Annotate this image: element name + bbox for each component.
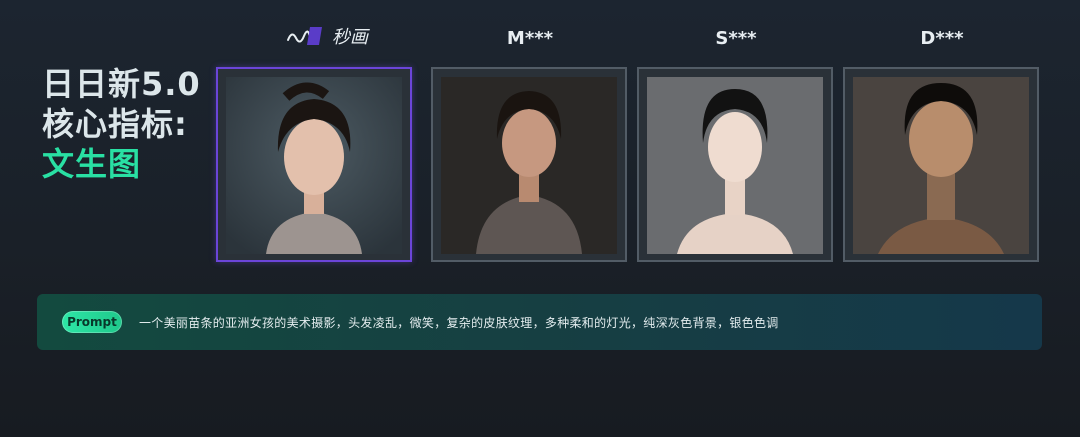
miaohua-logo-icon [287, 27, 322, 45]
portrait-image-s [647, 77, 823, 254]
miaohua-brand-text: 秒画 [332, 27, 368, 48]
prompt-bar: Prompt 一个美丽苗条的亚洲女孩的美术摄影，头发凌乱，微笑，复杂的皮肤纹理，… [37, 294, 1042, 350]
headline-line-3: 文生图 [42, 145, 142, 183]
image-card-m[interactable] [431, 67, 627, 262]
portrait-image-d [853, 77, 1029, 254]
portrait-image-m [441, 77, 617, 254]
prompt-label-badge: Prompt [62, 311, 122, 333]
column-title-m: M*** [506, 28, 554, 49]
headline: 日日新5.0 核心指标: 文生图 [42, 64, 201, 184]
headline-line-2: 核心指标: [42, 105, 188, 143]
image-card-d[interactable] [843, 67, 1039, 262]
headline-line-1: 日日新5.0 [42, 65, 201, 103]
image-card-miaohua[interactable] [216, 67, 412, 262]
column-title-d: D*** [920, 28, 964, 49]
portrait-image-miaohua [226, 77, 402, 254]
column-title-s: S*** [715, 28, 757, 49]
image-card-s[interactable] [637, 67, 833, 262]
prompt-text: 一个美丽苗条的亚洲女孩的美术摄影，头发凌乱，微笑，复杂的皮肤纹理，多种柔和的灯光… [139, 315, 779, 330]
miaohua-brand: 秒画 [286, 22, 368, 50]
